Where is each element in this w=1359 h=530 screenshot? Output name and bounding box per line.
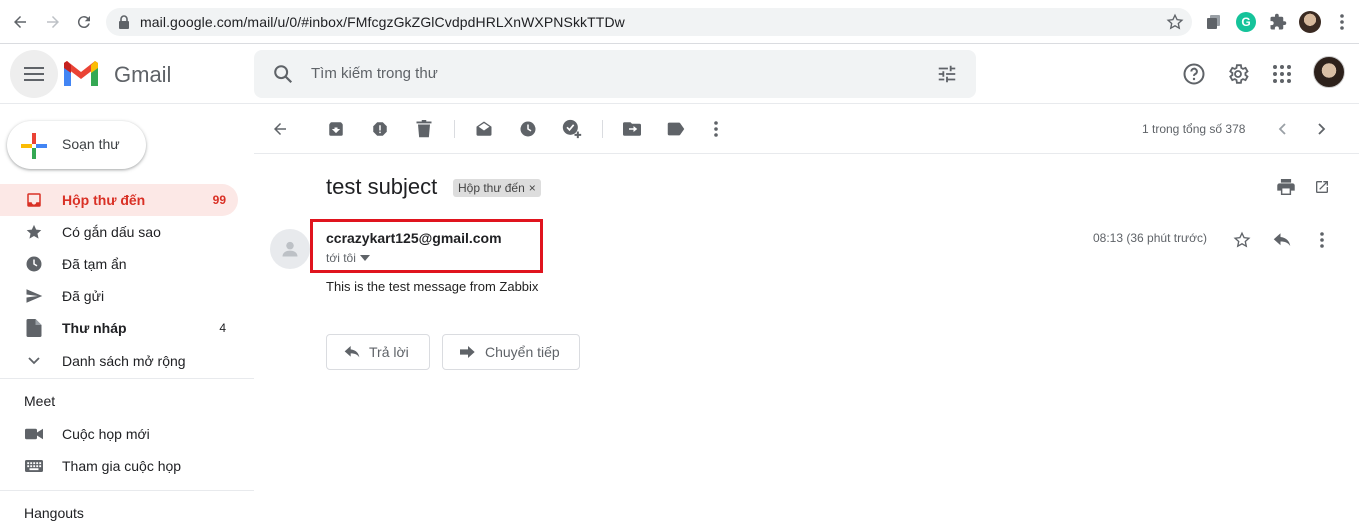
snooze-clock-icon[interactable] [517, 118, 539, 140]
recipient-details[interactable]: tới tôi [326, 251, 370, 265]
sidebar-item-label: Có gắn dấu sao [62, 224, 161, 240]
sidebar-item-join-meeting[interactable]: Tham gia cuộc họp [0, 450, 238, 482]
reply-button[interactable]: Trả lời [326, 334, 430, 370]
draft-count: 4 [219, 321, 226, 335]
inbox-label-chip[interactable]: Hộp thư đến × [453, 179, 541, 197]
reply-icon[interactable] [1271, 229, 1293, 251]
add-task-icon[interactable] [561, 118, 583, 140]
delete-icon[interactable] [413, 118, 435, 140]
settings-gear-icon[interactable] [1225, 61, 1251, 87]
forward-label: Chuyển tiếp [485, 344, 560, 360]
compose-label: Soạn thư [62, 136, 120, 152]
sender-avatar[interactable] [270, 229, 310, 269]
star-icon [24, 222, 44, 242]
open-new-window-icon[interactable] [1311, 176, 1333, 198]
forward-button[interactable]: Chuyển tiếp [442, 334, 580, 370]
sidebar-item-label: Đã gửi [62, 288, 105, 304]
chevron-down-icon [24, 351, 44, 371]
grammarly-icon[interactable]: G [1236, 12, 1256, 32]
reply-label: Trả lời [369, 344, 409, 360]
mark-unread-icon[interactable] [473, 118, 495, 140]
sidebar-item-snoozed[interactable]: Đã tạm ẩn [0, 248, 238, 280]
sidebar-item-label: Thư nháp [62, 320, 127, 336]
reload-icon[interactable] [73, 11, 95, 33]
person-icon [282, 241, 298, 257]
sidebar-item-label: Cuộc họp mới [62, 426, 150, 442]
sidebar-item-starred[interactable]: Có gắn dấu sao [0, 216, 238, 248]
move-to-icon[interactable] [621, 118, 643, 140]
star-message-icon[interactable] [1231, 229, 1253, 251]
email-subject: test subject [326, 174, 438, 199]
search-icon[interactable] [272, 63, 294, 85]
sidebar-item-label: Hộp thư đến [62, 192, 146, 208]
archive-icon[interactable] [325, 118, 347, 140]
puzzle-extensions-icon[interactable] [1268, 12, 1288, 32]
apps-grid-icon[interactable] [1269, 61, 1295, 87]
label-tag-icon[interactable] [665, 118, 687, 140]
reply-arrow-icon [343, 343, 361, 361]
bookmark-star-icon[interactable] [1166, 13, 1184, 31]
message-toolbar: 1 trong tổng số 378 [254, 104, 1359, 154]
hamburger-icon [24, 67, 44, 81]
compose-plus-icon [21, 133, 47, 159]
recipient-text: tới tôi [326, 251, 356, 265]
lock-icon [118, 15, 130, 29]
sidebar-item-label: Tham gia cuộc họp [62, 458, 182, 474]
main-menu-button[interactable] [10, 50, 58, 98]
url-text: mail.google.com/mail/u/0/#inbox/FMfcgzGk… [140, 14, 625, 30]
older-chevron-right-icon[interactable] [1311, 118, 1333, 140]
sidebar-item-drafts[interactable]: Thư nháp 4 [0, 312, 238, 344]
draft-icon [24, 318, 44, 338]
browser-toolbar: mail.google.com/mail/u/0/#inbox/FMfcgzGk… [0, 0, 1359, 44]
report-spam-icon[interactable] [369, 118, 391, 140]
hangouts-heading: Hangouts [24, 505, 84, 521]
message-more-icon[interactable] [1311, 229, 1333, 251]
more-options-icon[interactable] [705, 118, 727, 140]
print-icon[interactable] [1275, 176, 1297, 198]
extension-copy-icon[interactable] [1204, 12, 1224, 32]
message-time: 08:13 (36 phút trước) [1093, 231, 1207, 245]
address-bar[interactable]: mail.google.com/mail/u/0/#inbox/FMfcgzGk… [106, 8, 1192, 36]
back-to-inbox-icon[interactable] [269, 118, 291, 140]
gmail-header: Gmail Tìm kiếm trong thư [0, 44, 1359, 104]
pagination-text: 1 trong tổng số 378 [1142, 122, 1246, 136]
help-icon[interactable] [1181, 61, 1207, 87]
sidebar-item-new-meeting[interactable]: Cuộc họp mới [0, 418, 238, 450]
label-chip-text: Hộp thư đến [458, 181, 525, 195]
toolbar-divider [602, 120, 603, 138]
search-options-icon[interactable] [936, 63, 958, 85]
inbox-icon [24, 190, 44, 210]
newer-chevron-left-icon[interactable] [1271, 118, 1293, 140]
message-body: This is the test message from Zabbix [326, 279, 539, 294]
keyboard-icon [24, 456, 44, 476]
send-icon [24, 286, 44, 306]
sidebar-item-inbox[interactable]: Hộp thư đến 99 [0, 184, 238, 216]
sidebar-divider [0, 490, 254, 491]
compose-button[interactable]: Soạn thư [7, 121, 146, 169]
browser-menu-icon[interactable] [1332, 12, 1352, 32]
sidebar-item-sent[interactable]: Đã gửi [0, 280, 238, 312]
remove-label-icon[interactable]: × [529, 181, 536, 195]
profile-avatar-small[interactable] [1299, 11, 1321, 33]
toolbar-divider [454, 120, 455, 138]
sender-email[interactable]: ccrazykart125@gmail.com [326, 230, 502, 246]
account-avatar[interactable] [1313, 56, 1345, 88]
forward-arrow-icon [459, 343, 477, 361]
gmail-logo-icon[interactable] [62, 60, 100, 88]
clock-icon [24, 254, 44, 274]
search-bar[interactable]: Tìm kiếm trong thư [254, 50, 976, 98]
unread-count: 99 [212, 193, 226, 207]
meet-heading: Meet [24, 393, 56, 409]
gmail-wordmark[interactable]: Gmail [114, 62, 171, 88]
sidebar-divider [0, 378, 254, 379]
video-icon [24, 424, 44, 444]
search-input[interactable]: Tìm kiếm trong thư [311, 65, 438, 82]
back-arrow-icon[interactable] [9, 11, 31, 33]
sidebar-item-label: Danh sách mở rộng [62, 353, 186, 369]
sidebar-item-label: Đã tạm ẩn [62, 256, 127, 272]
caret-down-icon [359, 255, 370, 261]
sidebar-item-more[interactable]: Danh sách mở rộng [0, 345, 238, 377]
forward-arrow-icon[interactable] [42, 11, 64, 33]
